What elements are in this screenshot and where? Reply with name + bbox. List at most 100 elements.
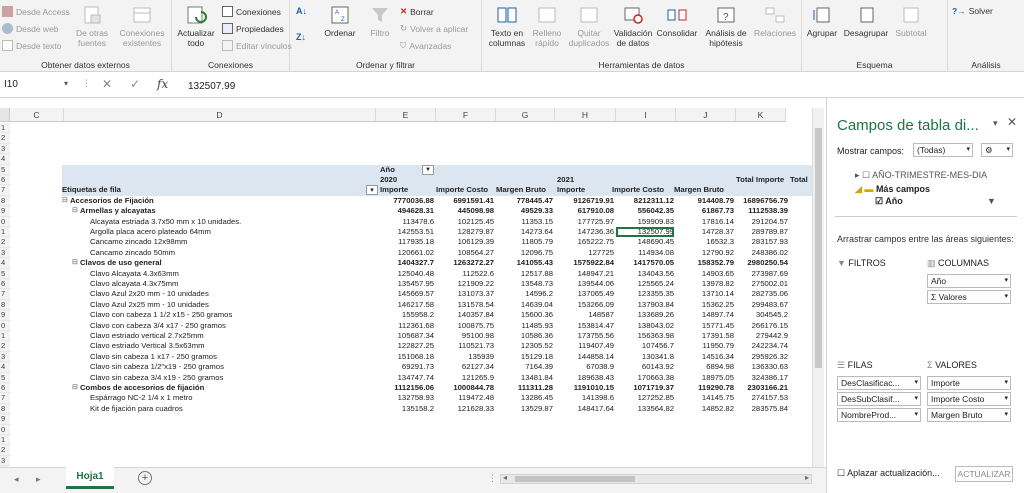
- pivot-value-cell[interactable]: 12305.52: [496, 341, 553, 351]
- row-header[interactable]: 0: [0, 216, 10, 227]
- row-header[interactable]: 5: [0, 164, 10, 175]
- pivot-value-cell[interactable]: 14516.34: [676, 352, 734, 362]
- pivot-header-total-trunc[interactable]: Total: [790, 175, 812, 186]
- collapse-toggle-icon[interactable]: ⊟: [72, 383, 78, 393]
- pivot-value-cell[interactable]: 274157.53: [736, 393, 788, 403]
- row-header[interactable]: 8: [0, 195, 10, 207]
- pivot-value-cell[interactable]: 112361.68: [376, 321, 434, 331]
- data-validation-button[interactable]: Validación de datos: [612, 4, 654, 48]
- pivot-value-cell[interactable]: 135457.95: [376, 279, 434, 289]
- pivot-row-label[interactable]: Clavos de uso general: [80, 258, 380, 268]
- pivot-value-cell[interactable]: 111311.28: [496, 383, 553, 393]
- value-field-2[interactable]: Importe Costo ▾: [927, 392, 1011, 406]
- relationships-button[interactable]: Relaciones: [752, 4, 798, 38]
- collapse-toggle-icon[interactable]: ⊟: [72, 258, 78, 268]
- pivot-row-label[interactable]: Clavo sin cabeza 1 x17 - 250 gramos: [90, 352, 390, 362]
- pivot-value-cell[interactable]: 6991591.41: [436, 196, 494, 206]
- row-header[interactable]: 4: [0, 154, 10, 165]
- pivot-value-cell[interactable]: 130341.8: [616, 352, 674, 362]
- pivot-value-cell[interactable]: 108564.27: [436, 248, 494, 258]
- pivot-value-cell[interactable]: 1575922.84: [555, 258, 614, 268]
- pivot-value-cell[interactable]: 279442.9: [736, 331, 788, 341]
- pivot-value-cell[interactable]: 139544.06: [555, 279, 614, 289]
- defer-update-checkbox[interactable]: ☐ Aplazar actualización...: [837, 468, 940, 479]
- column-header[interactable]: J: [676, 108, 736, 122]
- row-header[interactable]: 3: [0, 351, 10, 363]
- checkbox-icon[interactable]: ☐: [837, 468, 847, 478]
- pivot-col-importe-2020[interactable]: Importe: [380, 185, 434, 196]
- column-header[interactable]: I: [616, 108, 676, 122]
- pivot-value-cell[interactable]: 1112538.39: [736, 206, 788, 216]
- row-header[interactable]: 3: [0, 247, 10, 259]
- pivot-value-cell[interactable]: 14145.75: [676, 393, 734, 403]
- pivot-value-cell[interactable]: 1071719.37: [616, 383, 674, 393]
- layout-gear-button[interactable]: ⚙ ▾: [981, 143, 1013, 157]
- pivot-row-label[interactable]: Accesorios de Fijación: [70, 196, 370, 206]
- pivot-value-cell[interactable]: 15771.45: [676, 321, 734, 331]
- pivot-value-cell[interactable]: 142553.51: [376, 227, 434, 237]
- pivot-value-cell[interactable]: 121628.33: [436, 404, 494, 414]
- row-header[interactable]: 0: [0, 320, 10, 331]
- properties-button[interactable]: Propiedades: [222, 23, 284, 34]
- pivot-value-cell[interactable]: 67038.9: [555, 362, 614, 372]
- pivot-header-total-importe[interactable]: Total Importe: [736, 175, 786, 186]
- pivot-value-cell[interactable]: 291204.57: [736, 217, 788, 227]
- pivot-value-cell[interactable]: 15362.25: [676, 300, 734, 310]
- pivot-value-cell[interactable]: 137065.49: [555, 289, 614, 299]
- row-field-2[interactable]: DesSubClasif... ▾: [837, 392, 921, 406]
- pivot-row-label[interactable]: Clavo con cabeza 3/4 x17 - 250 gramos: [90, 321, 390, 331]
- pivot-value-cell[interactable]: 133689.26: [616, 310, 674, 320]
- row-header[interactable]: 7: [0, 393, 10, 404]
- row-header[interactable]: 7: [0, 289, 10, 300]
- pivot-value-cell[interactable]: 10586.36: [496, 331, 553, 341]
- spreadsheet-grid[interactable]: CDEFGHIJK 123456789012345678901234567890…: [0, 98, 812, 467]
- pivot-value-cell[interactable]: 16896756.79: [736, 196, 788, 206]
- subtotal-button[interactable]: Subtotal: [892, 4, 930, 38]
- row-header[interactable]: 5: [0, 268, 10, 279]
- pivot-value-cell[interactable]: 14852.82: [676, 404, 734, 414]
- pivot-value-cell[interactable]: 121909.22: [436, 279, 494, 289]
- pivot-value-cell[interactable]: 141055.43: [496, 258, 553, 268]
- pivot-row-label[interactable]: Cancamo zincado 50mm: [90, 248, 390, 258]
- pivot-value-cell[interactable]: 134043.56: [616, 269, 674, 279]
- pivot-value-cell[interactable]: 1112156.06: [376, 383, 434, 393]
- pivot-value-cell[interactable]: 95100.98: [436, 331, 494, 341]
- row-header[interactable]: 9: [0, 206, 10, 217]
- pivot-row-label[interactable]: Espárrago NC-2 1/4 x 1 metro: [90, 393, 390, 403]
- horizontal-scrollbar[interactable]: ◂ ▸: [500, 473, 812, 484]
- pivot-value-cell[interactable]: 15129.18: [496, 352, 553, 362]
- pivot-value-cell[interactable]: 12517.88: [496, 269, 553, 279]
- pivot-value-cell[interactable]: 266176.15: [736, 321, 788, 331]
- show-fields-select[interactable]: (Todas) ▾: [913, 143, 973, 157]
- pivot-value-cell[interactable]: 62127.34: [436, 362, 494, 372]
- collapse-toggle-icon[interactable]: ⊟: [62, 196, 68, 206]
- pivot-value-cell[interactable]: 114934.08: [616, 248, 674, 258]
- collapse-toggle-icon[interactable]: ⊟: [72, 206, 78, 216]
- group-button[interactable]: Agrupar: [804, 4, 840, 38]
- pivot-value-cell[interactable]: 17816.14: [676, 217, 734, 227]
- pivot-header-band[interactable]: [62, 164, 812, 175]
- value-field-3[interactable]: Margen Bruto ▾: [927, 408, 1011, 422]
- enter-icon[interactable]: ✓: [130, 77, 140, 91]
- pivot-value-cell[interactable]: 494628.31: [376, 206, 434, 216]
- cancel-icon[interactable]: ✕: [102, 77, 112, 91]
- pivot-col-margen-2020[interactable]: Margen Bruto: [496, 185, 554, 196]
- row-header[interactable]: 1: [0, 331, 10, 342]
- row-header[interactable]: 7: [0, 185, 10, 196]
- pivot-value-cell[interactable]: 15600.36: [496, 310, 553, 320]
- pivot-value-cell[interactable]: 16532.3: [676, 237, 734, 247]
- row-header[interactable]: 2: [0, 445, 10, 456]
- pivot-value-cell[interactable]: 133564.82: [616, 404, 674, 414]
- pivot-value-cell[interactable]: 11805.79: [496, 237, 554, 247]
- pivot-value-cell[interactable]: 11485.93: [496, 321, 554, 331]
- row-header[interactable]: 1: [0, 123, 10, 134]
- scroll-tabs-right-icon[interactable]: ▸: [36, 474, 41, 485]
- value-field-1[interactable]: Importe ▾: [927, 376, 1011, 390]
- pivot-value-cell[interactable]: 295926.32: [736, 352, 788, 362]
- pivot-value-cell[interactable]: 144858.14: [555, 352, 614, 362]
- pivot-value-cell[interactable]: 1417570.05: [616, 258, 674, 268]
- pivot-value-cell[interactable]: 138043.02: [616, 321, 674, 331]
- remove-duplicates-button[interactable]: Quitar duplicados: [566, 4, 612, 48]
- sort-button[interactable]: A Z Ordenar: [320, 4, 360, 38]
- pivot-value-cell[interactable]: 14596.2: [496, 289, 553, 299]
